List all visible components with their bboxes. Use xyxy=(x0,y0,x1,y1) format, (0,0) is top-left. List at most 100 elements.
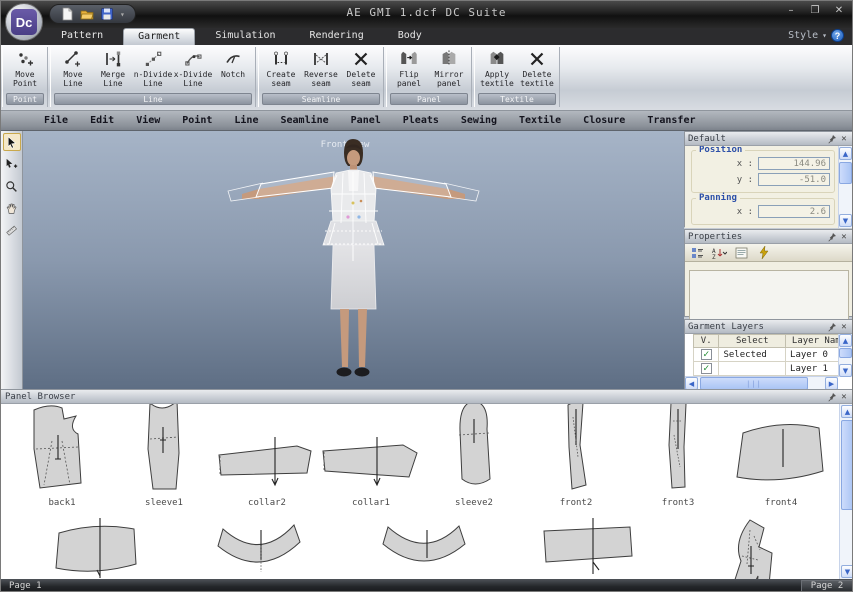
mirror-panel-button[interactable]: Mirror panel xyxy=(429,47,469,88)
delete-textile-button[interactable]: Delete textile xyxy=(517,47,557,88)
pattern-piece-collar2[interactable]: collar2 xyxy=(215,435,319,508)
menu-pleats[interactable]: Pleats xyxy=(392,112,450,129)
default-panel-scrollbar[interactable]: ▲ ▼ xyxy=(838,146,852,228)
menu-sewing[interactable]: Sewing xyxy=(450,112,508,129)
apply-textile-button[interactable]: Apply textile xyxy=(477,47,517,88)
minimize-button[interactable]: – xyxy=(784,5,798,16)
pattern-piece-collar1[interactable]: collar1 xyxy=(319,435,423,508)
delete-seam-button[interactable]: Delete seam xyxy=(341,47,381,88)
scroll-up-icon[interactable]: ▲ xyxy=(839,334,852,347)
layer-visible-checkbox[interactable]: ✓ xyxy=(701,349,712,360)
panning-x-field[interactable]: 2.6 xyxy=(758,205,830,218)
layer-visible-checkbox[interactable]: ✓ xyxy=(701,363,712,374)
select-tool-button[interactable] xyxy=(3,133,21,151)
menu-edit[interactable]: Edit xyxy=(79,112,125,129)
merge-line-button[interactable]: Merge Line xyxy=(93,47,133,88)
pattern-piece-front3[interactable]: front3 xyxy=(627,404,729,508)
zoom-tool-button[interactable] xyxy=(3,177,21,195)
property-pages-icon[interactable] xyxy=(734,246,749,260)
scrollbar-thumb[interactable] xyxy=(839,348,852,358)
reverse-seam-button[interactable]: Reverse seam xyxy=(301,47,341,88)
pin-icon[interactable] xyxy=(826,321,838,332)
tab-rendering[interactable]: Rendering xyxy=(296,28,378,45)
menu-point[interactable]: Point xyxy=(171,112,223,129)
pattern-piece-shape xyxy=(216,516,304,579)
pan-tool-button[interactable] xyxy=(3,199,21,217)
flip-panel-button[interactable]: Flip panel xyxy=(389,47,429,88)
help-icon[interactable]: ? xyxy=(831,29,844,42)
ribbon-button-label: Notch xyxy=(221,70,245,79)
layer-row[interactable]: ✓Layer 1 xyxy=(694,362,853,376)
close-panel-icon[interactable]: ✕ xyxy=(838,231,850,242)
move-point-button[interactable]: Move Point xyxy=(5,47,45,88)
3d-viewport[interactable]: FrontView xyxy=(23,131,684,389)
pattern-piece-front2[interactable]: front2 xyxy=(525,404,627,508)
notch-button[interactable]: Notch xyxy=(213,47,253,79)
layers-vertical-scrollbar[interactable]: ▲ ▼ xyxy=(838,334,852,377)
layers-column-header[interactable]: V. xyxy=(694,335,719,348)
menu-view[interactable]: View xyxy=(125,112,171,129)
pin-icon[interactable] xyxy=(826,133,838,144)
pattern-piece[interactable] xyxy=(179,516,343,579)
scroll-down-icon[interactable]: ▼ xyxy=(841,565,853,578)
tab-body[interactable]: Body xyxy=(384,28,436,45)
pattern-piece-shape xyxy=(538,516,638,579)
scroll-down-icon[interactable]: ▼ xyxy=(839,214,852,227)
n-divide-line-button[interactable]: n-Divide Line xyxy=(133,47,173,88)
close-panel-icon[interactable]: ✕ xyxy=(838,321,850,332)
alphabetical-sort-icon[interactable]: AZ xyxy=(712,246,727,260)
scroll-up-icon[interactable]: ▲ xyxy=(841,405,853,418)
panel-browser-scrollbar[interactable]: ▲ ▼ xyxy=(839,404,853,579)
notch-icon xyxy=(223,49,243,69)
measure-tool-button[interactable] xyxy=(3,221,21,239)
menu-closure[interactable]: Closure xyxy=(572,112,636,129)
categorized-icon[interactable] xyxy=(690,246,705,260)
create-seam-button[interactable]: Create seam xyxy=(261,47,301,88)
close-panel-icon[interactable]: ✕ xyxy=(838,133,850,144)
pattern-piece-shape xyxy=(50,516,144,579)
tab-pattern[interactable]: Pattern xyxy=(47,28,117,45)
menu-textile[interactable]: Textile xyxy=(508,112,572,129)
status-page-right[interactable]: Page 2 xyxy=(801,580,853,592)
menu-transfer[interactable]: Transfer xyxy=(636,112,706,129)
layer-select-cell[interactable] xyxy=(719,362,786,376)
style-dropdown-caret[interactable]: ▾ xyxy=(822,31,827,40)
layers-column-header[interactable]: Select xyxy=(719,335,786,348)
pattern-piece-front4[interactable]: front4 xyxy=(729,417,833,508)
pin-icon[interactable] xyxy=(826,231,838,242)
tab-garment[interactable]: Garment xyxy=(123,28,195,45)
move-tool-button[interactable] xyxy=(3,155,21,173)
menu-seamline[interactable]: Seamline xyxy=(269,112,339,129)
scroll-up-icon[interactable]: ▲ xyxy=(839,147,852,160)
pattern-piece-sleeve2[interactable]: sleeve2 xyxy=(423,404,525,508)
scroll-down-icon[interactable]: ▼ xyxy=(839,364,852,377)
layers-horizontal-scrollbar[interactable]: ◀ ||| ▶ xyxy=(685,376,838,390)
menu-line[interactable]: Line xyxy=(223,112,269,129)
pin-icon[interactable] xyxy=(826,391,838,402)
style-dropdown[interactable]: Style xyxy=(788,30,818,41)
position-y-field[interactable]: -51.0 xyxy=(758,173,830,186)
application-menu-button[interactable]: Dc xyxy=(5,3,43,41)
events-icon[interactable] xyxy=(756,246,771,260)
default-panel-title: Default xyxy=(688,134,826,144)
layer-row[interactable]: ✓SelectedLayer 0 xyxy=(694,348,853,362)
move-line-button[interactable]: Move Line xyxy=(53,47,93,88)
menu-panel[interactable]: Panel xyxy=(340,112,392,129)
layer-select-cell[interactable]: Selected xyxy=(719,348,786,362)
layers-table: V.SelectLayer Name✓SelectedLayer 0✓Layer… xyxy=(693,334,853,376)
position-x-field[interactable]: 144.96 xyxy=(758,157,830,170)
pattern-piece-sleeve1[interactable]: sleeve1 xyxy=(113,404,215,508)
scrollbar-thumb[interactable] xyxy=(839,162,852,184)
pattern-piece[interactable] xyxy=(506,516,670,579)
pattern-piece[interactable] xyxy=(342,516,506,579)
x-divide-line-button[interactable]: x-Divide Line xyxy=(173,47,213,88)
menu-file[interactable]: File xyxy=(33,112,79,129)
pattern-piece[interactable] xyxy=(15,516,179,579)
pattern-piece[interactable] xyxy=(669,516,833,579)
close-panel-icon[interactable]: ✕ xyxy=(838,391,850,402)
pattern-piece-back1[interactable]: back1 xyxy=(11,404,113,508)
close-button[interactable]: ✕ xyxy=(832,5,846,16)
maximize-button[interactable]: ❐ xyxy=(808,5,822,16)
tab-simulation[interactable]: Simulation xyxy=(201,28,289,45)
scrollbar-thumb[interactable] xyxy=(841,420,853,510)
